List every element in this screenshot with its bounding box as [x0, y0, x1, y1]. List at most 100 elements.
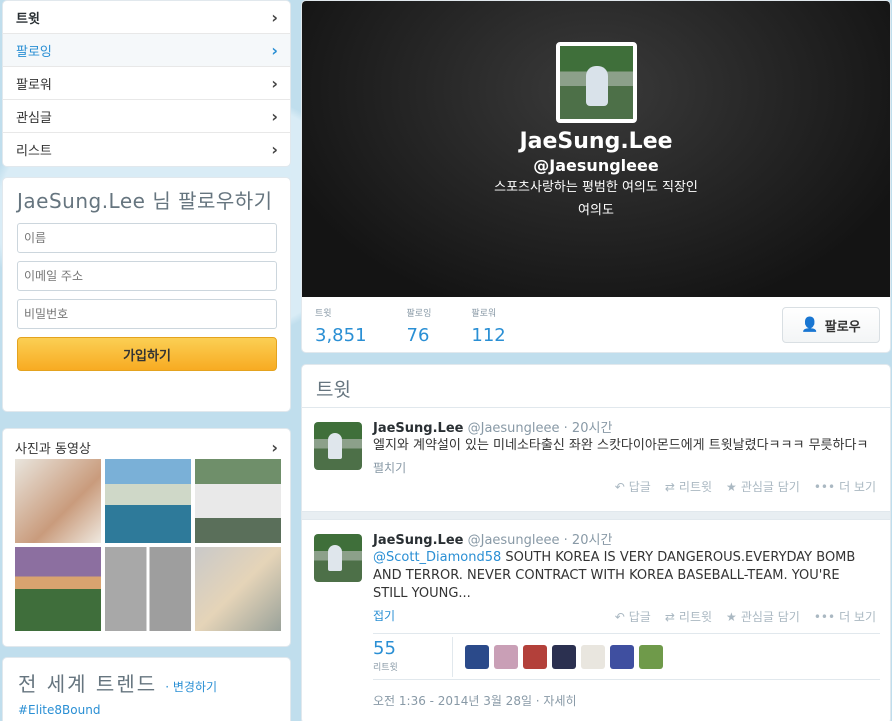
tweet-actions: ↶ 답글 ⇄ 리트윗 ★ 관심글 담기 ••• 더 보기 — [601, 608, 876, 625]
profile-header: JaeSung.Lee @Jaesungleee 스포츠사랑하는 평범한 여의도… — [302, 1, 890, 297]
favorite-button[interactable]: ★ 관심글 담기 — [726, 608, 800, 625]
retweet-label: 리트윗 — [678, 610, 713, 624]
stat-value: 3,851 — [315, 324, 367, 346]
nav-item-label: 관심글 — [16, 110, 52, 126]
retweet-icon: ⇄ — [664, 480, 675, 494]
join-button[interactable]: 가입하기 — [17, 337, 277, 371]
more-icon: ••• — [813, 610, 836, 624]
nav-item-label: 팔로잉 — [16, 44, 52, 60]
star-icon: ★ — [726, 480, 737, 494]
profile-stats: 트윗 3,851 팔로잉 76 팔로워 112 👤 팔로우 — [302, 297, 890, 352]
avatar[interactable] — [494, 644, 518, 669]
photo-thumbnail[interactable] — [195, 459, 281, 543]
trends-change-link[interactable]: · 변경하기 — [165, 680, 217, 694]
retweet-icon: ⇄ — [664, 610, 675, 624]
tweet-text: 엘지와 계약설이 있는 미네소타출신 좌완 스캇다이아몬드에게 트윗날렸다ㅋㅋㅋ… — [373, 438, 869, 453]
tweets-panel: 트윗 JaeSung.Lee @Jaesungleee · 20시간 엘지와 계… — [301, 364, 891, 721]
reply-icon: ↶ — [614, 480, 625, 494]
reply-button[interactable]: ↶ 답글 — [615, 478, 651, 495]
email-field[interactable] — [17, 261, 277, 291]
stat-value: 112 — [471, 324, 506, 346]
trends-panel: 전 세계 트렌드 · 변경하기 #Elite8Bound — [2, 657, 291, 721]
tweet-time[interactable]: · 20시간 — [564, 533, 613, 548]
chevron-right-icon: › — [271, 73, 278, 93]
avatar[interactable] — [552, 644, 576, 669]
tweet-header: JaeSung.Lee @Jaesungleee · 20시간 — [373, 417, 878, 436]
retweet-button[interactable]: ⇄ 리트윗 — [665, 478, 712, 495]
favorite-label: 관심글 담기 — [740, 610, 800, 624]
photo-thumbnail[interactable] — [15, 547, 101, 631]
tweet-expand-link[interactable]: 펼치기 — [373, 459, 878, 476]
tweet-text: @Scott_Diamond58 SOUTH KOREA IS VERY DAN… — [373, 549, 878, 603]
more-icon: ••• — [813, 480, 836, 494]
tweet-time[interactable]: · 20시간 — [564, 421, 613, 436]
avatar[interactable] — [314, 422, 362, 470]
profile-name: JaeSung.Lee — [519, 129, 673, 154]
tweet-author-name[interactable]: JaeSung.Lee — [373, 421, 463, 436]
nav-item-label: 리스트 — [16, 144, 52, 159]
photo-thumbnail[interactable] — [195, 547, 281, 631]
trend-item[interactable]: #Elite8Bound — [18, 703, 275, 717]
stat-label: 트윗 — [315, 308, 332, 319]
nav-item-tweets[interactable]: 트윗 › — [3, 1, 290, 34]
tweet-actions: ↶ 답글 ⇄ 리트윗 ★ 관심글 담기 ••• 더 보기 — [601, 478, 876, 495]
more-button[interactable]: ••• 더 보기 — [814, 478, 876, 495]
reply-label: 답글 — [628, 480, 651, 494]
retweet-count[interactable]: 55 리트윗 — [373, 636, 453, 677]
retweet-count-value: 55 — [373, 637, 396, 659]
avatar[interactable] — [610, 644, 634, 669]
reply-label: 답글 — [628, 610, 651, 624]
stat-label: 팔로워 — [471, 308, 497, 319]
nav-item-lists[interactable]: 리스트 › — [3, 133, 290, 166]
retweet-button[interactable]: ⇄ 리트윗 — [665, 608, 712, 625]
name-field[interactable] — [17, 223, 277, 253]
photo-thumbnail[interactable] — [15, 459, 101, 543]
retweet-count-label: 리트윗 — [373, 662, 398, 673]
signup-title: JaeSung.Lee 님 팔로우하기 — [17, 189, 273, 213]
tweets-title: 트윗 — [302, 365, 890, 408]
nav-item-following[interactable]: 팔로잉 › — [3, 34, 290, 67]
add-user-icon: 👤 — [801, 317, 819, 333]
tweet-date[interactable]: 오전 1:36 - 2014년 3월 28일 · 자세히 — [373, 692, 577, 709]
photo-grid — [3, 459, 290, 631]
photos-title: 사진과 동영상 — [15, 441, 91, 457]
follow-button[interactable]: 👤 팔로우 — [782, 307, 880, 343]
stat-tweets[interactable]: 트윗 3,851 — [315, 306, 367, 346]
stat-followers[interactable]: 팔로워 112 — [471, 306, 505, 346]
chevron-right-icon: › — [271, 437, 278, 457]
tweet-separator — [302, 512, 890, 520]
avatar[interactable] — [555, 42, 637, 123]
more-button[interactable]: ••• 더 보기 — [814, 608, 876, 625]
tweet-author-handle[interactable]: @Jaesungleee — [468, 533, 560, 548]
photo-thumbnail[interactable] — [105, 459, 191, 543]
nav-item-followers[interactable]: 팔로워 › — [3, 67, 290, 100]
favorite-button[interactable]: ★ 관심글 담기 — [726, 478, 800, 495]
password-field[interactable] — [17, 299, 277, 329]
avatar[interactable] — [581, 644, 605, 669]
avatar[interactable] — [639, 644, 663, 669]
tweet-author-handle[interactable]: @Jaesungleee — [468, 421, 560, 436]
signup-panel: JaeSung.Lee 님 팔로우하기 가입하기 — [2, 177, 291, 412]
tweet[interactable]: JaeSung.Lee @Jaesungleee · 20시간 @Scott_D… — [302, 520, 890, 721]
nav-item-favorites[interactable]: 관심글 › — [3, 100, 290, 133]
nav-item-label: 트윗 — [16, 11, 40, 27]
photo-thumbnail[interactable] — [105, 547, 191, 631]
photos-header[interactable]: 사진과 동영상 › — [3, 429, 290, 459]
profile-bio: 스포츠사랑하는 평범한 여의도 직장인 — [494, 180, 698, 195]
profile-location: 여의도 — [578, 203, 614, 218]
mention-link[interactable]: @Scott_Diamond58 — [373, 550, 501, 565]
trends-title: 전 세계 트렌드 — [18, 672, 158, 696]
avatar[interactable] — [523, 644, 547, 669]
reply-button[interactable]: ↶ 답글 — [615, 608, 651, 625]
profile-card: JaeSung.Lee @Jaesungleee 스포츠사랑하는 평범한 여의도… — [301, 0, 891, 353]
avatar[interactable] — [314, 534, 362, 582]
reply-icon: ↶ — [614, 610, 625, 624]
stat-following[interactable]: 팔로잉 76 — [407, 306, 432, 346]
tweet[interactable]: JaeSung.Lee @Jaesungleee · 20시간 엘지와 계약설이… — [302, 408, 890, 512]
star-icon: ★ — [726, 610, 737, 624]
tweet-author-name[interactable]: JaeSung.Lee — [373, 533, 463, 548]
retweeter-avatars — [453, 644, 668, 669]
avatar[interactable] — [465, 644, 489, 669]
profile-handle: @Jaesungleee — [533, 156, 659, 175]
more-label: 더 보기 — [839, 480, 876, 494]
